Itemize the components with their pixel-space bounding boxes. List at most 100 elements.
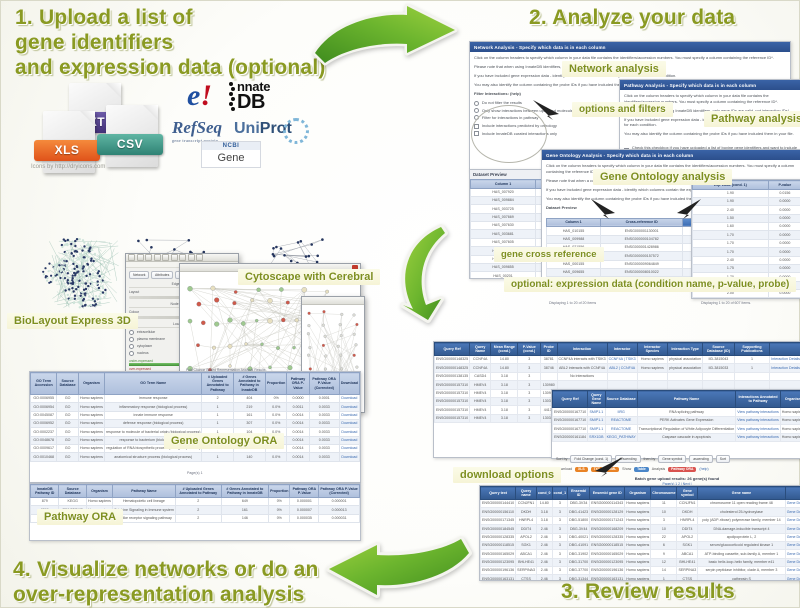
column-header[interactable]: Chromosome [651, 487, 677, 500]
column-header[interactable]: Query Name [470, 343, 491, 356]
column-header[interactable]: Probe ID [541, 343, 558, 356]
table-row[interactable]: GO:0006954GOHomo sapiensinflammatory res… [31, 403, 360, 411]
table-row[interactable]: 1.700.0000 [693, 248, 800, 256]
column-header[interactable]: Interaction Type [668, 343, 703, 356]
download-xls-button[interactable]: XLS [575, 467, 588, 473]
radio-icon[interactable] [474, 101, 479, 106]
radio-icon[interactable] [474, 108, 479, 113]
column-header[interactable]: InnateDB Pathway ID [31, 485, 59, 498]
table-row[interactable]: ENSG00000148325CCNF4A14.80338746ABL2 int… [435, 364, 800, 372]
table-row[interactable]: ENSG00000148325CCNF4A14.80338781CCNF4A i… [435, 356, 800, 364]
column-header[interactable]: P-value [768, 181, 800, 190]
table-row[interactable]: ENSG00000118515SGK12.463DBG-41091ENSG000… [481, 541, 800, 549]
column-header[interactable]: Ensembl gene ID [590, 487, 625, 500]
help-link[interactable]: (help) [699, 467, 708, 471]
table-row[interactable]: ENSG00000196136SERPINA32.463DBG-37700ENS… [481, 567, 800, 575]
column-header[interactable]: Organism [625, 487, 651, 500]
table-row[interactable]: ENSG00000171345HNRPL43.183DBG-51800ENSG0… [481, 516, 800, 524]
gene-results-table[interactable]: Query textQuery namecond_0cond_1Ensembl … [480, 486, 800, 581]
radio-icon[interactable] [129, 337, 134, 342]
column-header[interactable]: Proportion [266, 373, 287, 395]
gene-results-panel[interactable]: Query textQuery namecond_0cond_1Ensembl … [479, 485, 800, 581]
column-header[interactable]: # Genes Annotated to Pathway in InnateDB [221, 485, 268, 498]
radio-icon[interactable] [129, 344, 134, 349]
table-row[interactable]: ENSG00000167710SMIP1.1REACTOMETranscript… [553, 425, 800, 433]
column-header[interactable]: Ensembl ID [568, 487, 590, 500]
column-header[interactable] [785, 487, 800, 500]
then-direction-select[interactable]: ascending [689, 455, 712, 463]
table-row[interactable]: ENSG00000144410CCNJFN114.803DBG-3V34ENSG… [481, 500, 800, 508]
tab-attributes[interactable]: Attributes [151, 271, 173, 279]
analysis-pathway-ora-button[interactable]: Pathway ORA [668, 467, 696, 473]
toolbar-button-icon[interactable] [196, 254, 203, 261]
column-header[interactable]: # Genes Annotated to Pathway in InnateDB [233, 373, 265, 395]
radio-icon[interactable] [129, 330, 134, 335]
column-header[interactable]: P-Value (cond.) [518, 343, 541, 356]
table-row[interactable]: ENSG00000163131CTSS2.463DBG-31344ENSG000… [481, 575, 800, 581]
column-header[interactable]: GO Term Accession [31, 373, 57, 395]
table-row[interactable]: ENSG00000167710SMIP1.1IIRGRNA splicing p… [553, 408, 800, 416]
column-header[interactable]: # Uploaded Genes Annotated to Pathway [175, 485, 221, 498]
toolbar-button-icon[interactable] [154, 254, 161, 261]
column-header[interactable]: Source Database [605, 391, 637, 408]
table-row[interactable]: 1.700.0000 [693, 239, 800, 247]
column-header[interactable]: Query name [516, 487, 537, 500]
column-header[interactable]: Pathway Name [637, 391, 736, 408]
go-ora-results-panel[interactable]: GO Term AccessionSource DatabaseOrganism… [29, 371, 361, 483]
column-header[interactable]: Pathway ORA P-Value (Corrected) [319, 485, 360, 498]
toolbar-button-icon[interactable] [179, 254, 186, 261]
table-row[interactable]: ENSG00000165029ABCA12.463DBG-31902ENSG00… [481, 550, 800, 558]
column-header[interactable]: Organism [86, 485, 112, 498]
table-row[interactable]: 2.400.0000 [693, 206, 800, 214]
table-row[interactable]: GO:0045087GOHomo sapiensinnate immune re… [31, 411, 360, 419]
column-header[interactable]: Organism [78, 373, 104, 395]
column-header[interactable]: Interactor Species [637, 343, 667, 356]
table-row[interactable]: 1.500.0000 [693, 214, 800, 222]
column-header[interactable]: Pathway ORA P-Value [287, 373, 309, 395]
table-row[interactable]: GO:0006952GOHomo sapiensdefense response… [31, 419, 360, 427]
column-header[interactable]: Source Database [57, 373, 79, 395]
column-header[interactable]: Pathway Name [112, 485, 175, 498]
toolbar-button-icon[interactable] [128, 254, 135, 261]
table-row[interactable]: 1.600.0000 [693, 223, 800, 231]
column-header[interactable]: Source Database [59, 485, 87, 498]
column-header[interactable]: cond_0 [536, 487, 552, 500]
go-ora-pager[interactable]: Page(s) 1 [187, 471, 203, 475]
column-header[interactable]: Download [339, 373, 359, 395]
column-header[interactable]: Gene symbol [677, 487, 698, 500]
toolbar-button-icon[interactable] [137, 254, 144, 261]
column-header[interactable]: Mean Range (cond.) [491, 343, 518, 356]
toolbar-button-icon[interactable] [162, 254, 169, 261]
tab-network[interactable]: Network [129, 271, 149, 279]
column-header[interactable]: Supporting Publications [734, 343, 769, 356]
column-header[interactable]: Gene name [698, 487, 786, 500]
pathway-results-panel[interactable]: Query RefQuery Gene NameSource DatabaseP… [551, 389, 800, 459]
cytoscape-toolbar[interactable] [126, 254, 238, 262]
table-row[interactable]: ENSG00000184545DDIT42.463DBG-3V44ENSG000… [481, 525, 800, 533]
table-row[interactable]: 1.750.0000 [693, 264, 800, 272]
table-row[interactable]: 879KEGGHomo sapiensHematopoietic cell li… [31, 498, 360, 506]
column-header[interactable]: Source Database (ID) [703, 343, 735, 356]
column-header[interactable]: Organism [780, 391, 800, 408]
column-header[interactable]: Query Ref [553, 391, 588, 408]
table-row[interactable]: ENSG00000128335APOL22.463DBG-40021ENSG00… [481, 533, 800, 541]
column-header[interactable]: GO Term Name [104, 373, 201, 395]
table-row[interactable]: 1.900.0156 [693, 189, 800, 197]
column-header[interactable]: Column 1 [471, 180, 536, 189]
column-header[interactable]: Interactor [607, 343, 637, 356]
table-row[interactable]: 1.700.0000 [693, 231, 800, 239]
table-row[interactable]: ENSG00000167710SMIP1.1REACTOMEPERK Activ… [553, 416, 800, 424]
table-row[interactable]: GO:0010468GOHomo sapiensanatomical struc… [31, 453, 360, 461]
column-header[interactable]: Query Gene Name [588, 391, 605, 408]
column-header[interactable]: Pathway ORA P-Value (Corrected) [309, 373, 339, 395]
toolbar-button-icon[interactable] [171, 254, 178, 261]
table-row[interactable]: ENSG00000156110DKDH3.183DBG-41423ENSG000… [481, 508, 800, 516]
toolbar-button-icon[interactable] [188, 254, 195, 261]
column-header[interactable]: # Uploaded Genes Annotated to Pathway [202, 373, 233, 395]
column-header[interactable]: Proportion [269, 485, 290, 498]
column-header[interactable]: Interactions Annotated to Pathway [736, 391, 780, 408]
column-header[interactable] [770, 343, 800, 356]
table-row[interactable]: ENSG00000161184SRX1DBKEGG_PATHWAYCaspase… [553, 433, 800, 441]
secondary-titlebar[interactable] [302, 297, 364, 305]
table-row[interactable]: ENSG00000157310HMEV43.183130980 [435, 381, 800, 389]
